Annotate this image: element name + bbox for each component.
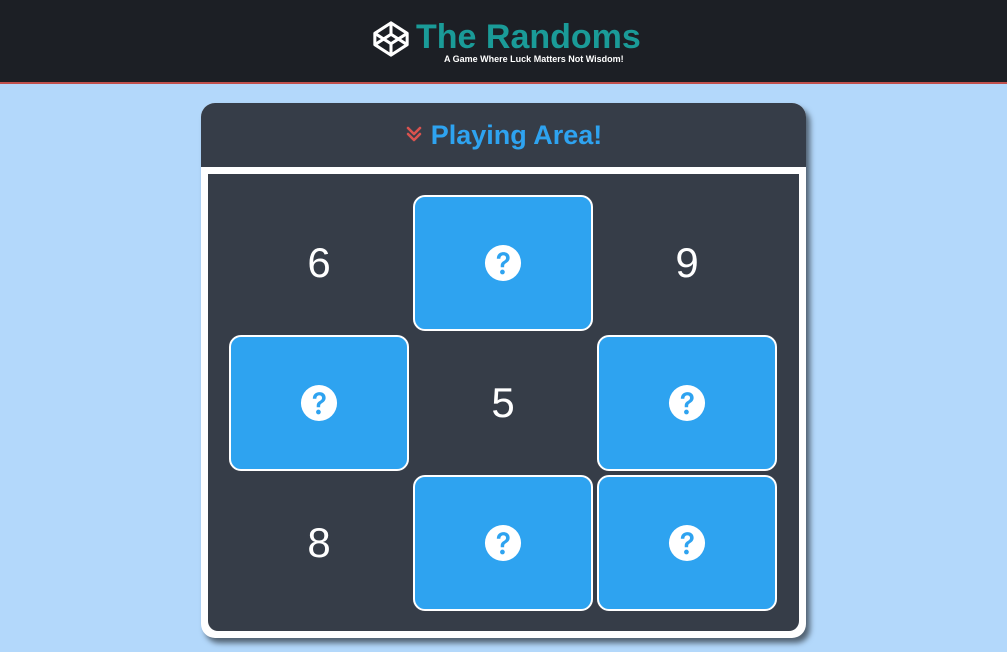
- app-title: The Randoms: [416, 18, 641, 56]
- cell-number: 9: [675, 239, 699, 286]
- question-circle-icon: [668, 384, 706, 422]
- board-cell-r1c2[interactable]: [413, 195, 593, 331]
- board-cell-r3c1: 8: [229, 475, 409, 611]
- cell-number: 6: [307, 239, 331, 286]
- board-cell-r1c3: 9: [597, 195, 777, 331]
- panel-title-text: Playing Area!: [430, 119, 603, 150]
- site-header: The Randoms A Game Where Luck Matters No…: [0, 0, 1007, 84]
- double-chevron-down-icon: [406, 126, 422, 142]
- question-circle-icon: [668, 524, 706, 562]
- question-circle-icon: [300, 384, 338, 422]
- question-circle-icon: [484, 524, 522, 562]
- playing-area-panel: Playing Area! 6 9 5 8: [201, 103, 806, 638]
- board-cell-r1c1: 6: [229, 195, 409, 331]
- app-tagline: A Game Where Luck Matters Not Wisdom!: [444, 54, 624, 64]
- game-board: 6 9 5 8: [208, 174, 799, 631]
- board-cell-r3c2[interactable]: [413, 475, 593, 611]
- board-cell-r2c1[interactable]: [229, 335, 409, 471]
- codepen-cube-icon: [373, 21, 409, 57]
- board-cell-r3c3[interactable]: [597, 475, 777, 611]
- cell-number: 5: [491, 379, 515, 426]
- brand[interactable]: The Randoms A Game Where Luck Matters No…: [372, 16, 642, 66]
- board-cell-r2c3[interactable]: [597, 335, 777, 471]
- question-circle-icon: [484, 244, 522, 282]
- board-cell-r2c2: 5: [413, 335, 593, 471]
- panel-header: Playing Area!: [201, 103, 806, 167]
- cell-number: 8: [307, 519, 331, 566]
- panel-title: Playing Area!: [201, 103, 806, 167]
